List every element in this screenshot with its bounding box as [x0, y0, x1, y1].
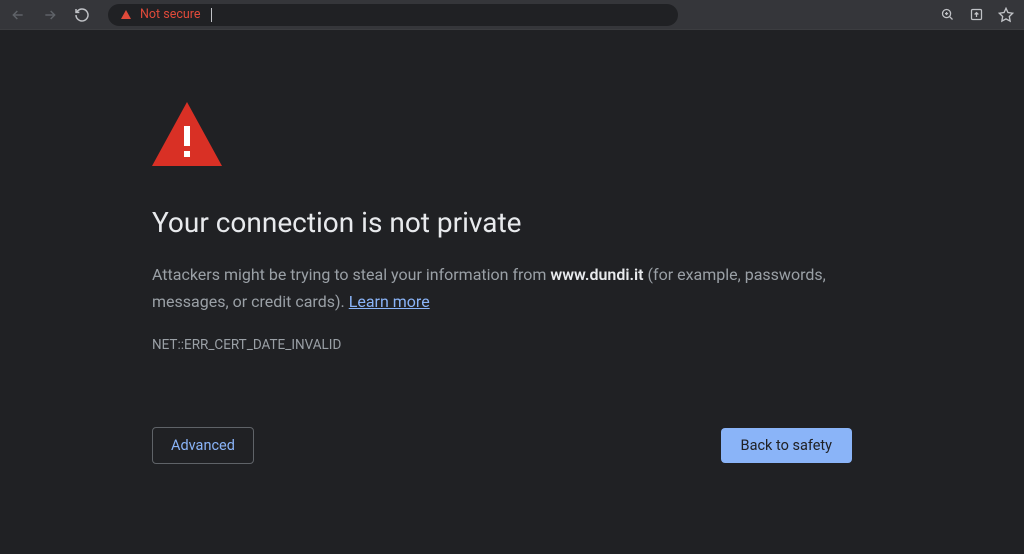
- warning-body: Attackers might be trying to steal your …: [152, 261, 852, 315]
- page-title: Your connection is not private: [152, 206, 872, 239]
- bookmark-star-icon[interactable]: [998, 7, 1014, 23]
- body-pre: Attackers might be trying to steal your …: [152, 265, 550, 284]
- reload-icon[interactable]: [74, 7, 90, 23]
- warning-triangle-icon: [152, 102, 872, 170]
- content-wrapper: Your connection is not private Attackers…: [152, 30, 872, 554]
- button-row: Advanced Back to safety: [152, 427, 852, 464]
- not-secure-warning-icon: [120, 9, 132, 21]
- toolbar-right-icons: [940, 7, 1014, 23]
- error-code: NET::ERR_CERT_DATE_INVALID: [152, 337, 872, 353]
- text-cursor: [211, 8, 212, 22]
- learn-more-link[interactable]: Learn more: [349, 292, 430, 311]
- interstitial-page: Your connection is not private Attackers…: [0, 30, 1024, 554]
- advanced-button[interactable]: Advanced: [152, 427, 254, 464]
- back-to-safety-button[interactable]: Back to safety: [721, 428, 852, 463]
- share-icon[interactable]: [969, 7, 984, 22]
- zoom-icon[interactable]: [940, 7, 955, 22]
- browser-toolbar: Not secure: [0, 0, 1024, 30]
- nav-controls: [10, 7, 90, 23]
- host-name: www.dundi.it: [550, 265, 643, 284]
- not-secure-label: Not secure: [140, 7, 201, 22]
- forward-icon[interactable]: [42, 7, 58, 23]
- address-bar[interactable]: Not secure: [108, 4, 678, 26]
- back-icon[interactable]: [10, 7, 26, 23]
